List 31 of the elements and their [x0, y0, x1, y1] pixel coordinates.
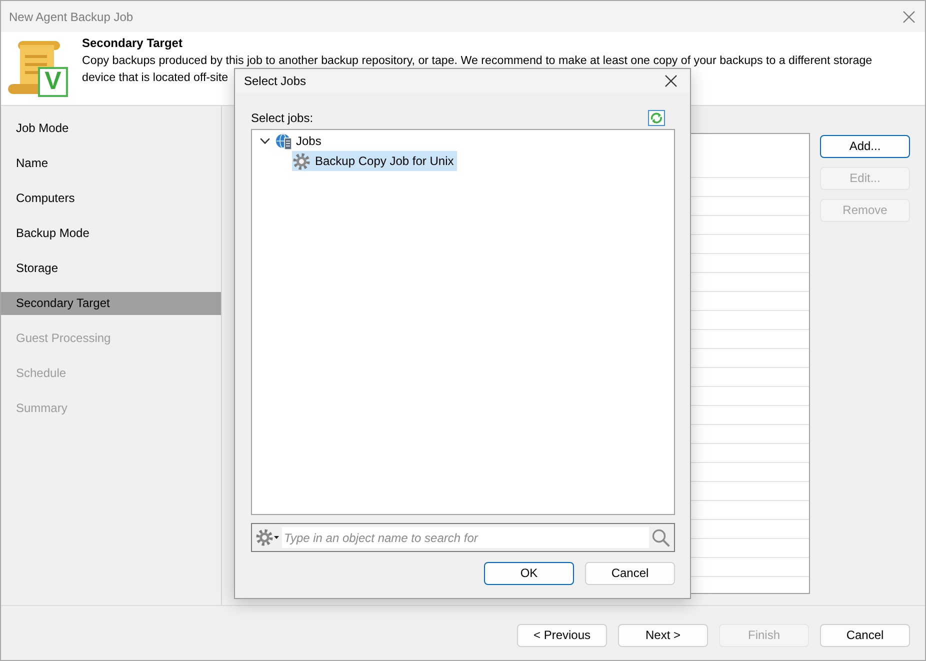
- logo-badge: V: [38, 67, 68, 97]
- sidebar-item[interactable]: Computers: [1, 187, 221, 210]
- dialog-button[interactable]: OK: [484, 562, 574, 585]
- globe-server-icon: [276, 132, 292, 150]
- footer-button[interactable]: Next >: [618, 624, 708, 646]
- sidebar-item[interactable]: Secondary Target: [1, 292, 221, 315]
- gear-icon: [293, 152, 310, 170]
- footer-button[interactable]: < Previous: [517, 624, 607, 646]
- window-title: New Agent Backup Job: [9, 8, 134, 26]
- sidebar-item[interactable]: Storage: [1, 257, 221, 280]
- description-text: device that is located off-site: [82, 70, 228, 86]
- side-button[interactable]: Add...: [820, 135, 910, 158]
- dialog-title: Select Jobs: [244, 73, 306, 90]
- sidebar-item[interactable]: Job Mode: [1, 117, 221, 140]
- search-icon[interactable]: [652, 528, 670, 546]
- gear-icon: [256, 529, 273, 546]
- object-type-button[interactable]: [255, 528, 279, 548]
- close-icon[interactable]: [665, 75, 677, 87]
- footer-button[interactable]: Cancel: [820, 624, 910, 646]
- refresh-icon[interactable]: [648, 110, 665, 126]
- tree-item[interactable]: Backup Copy Job for Unix: [292, 151, 457, 171]
- search-field[interactable]: Type in an object name to search for: [282, 527, 649, 548]
- field-label: Select jobs:: [251, 110, 314, 127]
- tree-item[interactable]: Jobs: [259, 131, 324, 151]
- chevron-down-icon[interactable]: [260, 138, 270, 144]
- description-text: Copy backups produced by this job to another backup repository, or tape. We recommend to make at least one copy of your backups to a different storage: [82, 53, 872, 69]
- page-title: Secondary Target: [82, 35, 182, 52]
- sidebar-item[interactable]: Backup Mode: [1, 222, 221, 245]
- sidebar-item[interactable]: Name: [1, 152, 221, 175]
- dialog-button[interactable]: Cancel: [585, 562, 675, 585]
- caret-down-icon: [274, 536, 279, 539]
